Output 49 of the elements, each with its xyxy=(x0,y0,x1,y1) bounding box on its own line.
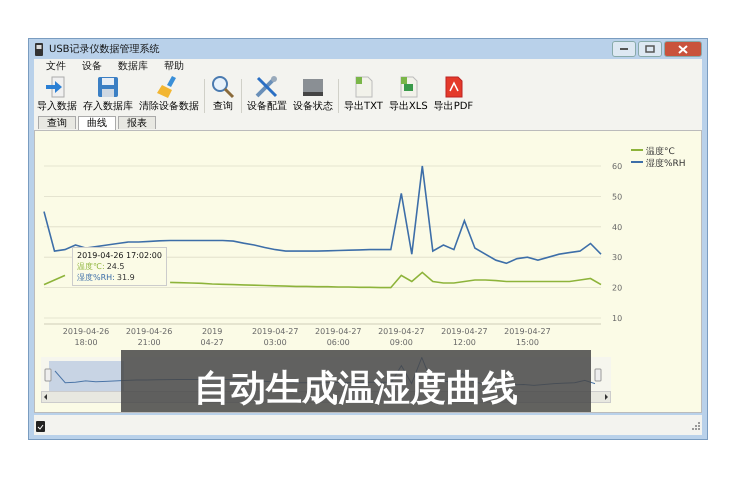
toolbar-button[interactable]: 查询 xyxy=(207,75,239,113)
axis-tick-label: 2019-04-27 15:00 xyxy=(504,327,551,347)
window-title: USB记录仪数据管理系统 xyxy=(49,42,160,56)
toolbar-button[interactable]: 设备配置 xyxy=(244,75,290,113)
toolbar-button[interactable]: 存入数据库 xyxy=(80,75,136,113)
toolbar-button[interactable]: 导出XLS xyxy=(386,75,431,113)
axis-tick-label: 10 xyxy=(612,314,622,323)
axis-tick-label: 60 xyxy=(612,162,622,171)
toolbar-button[interactable]: 导入数据 xyxy=(34,75,80,113)
toolbar-button[interactable]: 导出PDF xyxy=(430,75,476,113)
caption-toast: 自动生成温湿度曲线 xyxy=(121,350,591,412)
axis-tick-label: 2019 04-27 xyxy=(200,327,224,347)
toolbar-button[interactable]: 清除设备数据 xyxy=(136,75,202,113)
legend-label: 湿度%RH xyxy=(646,159,686,169)
tab[interactable]: 报表 xyxy=(118,116,156,129)
axis-tick-label: 40 xyxy=(612,222,622,232)
scroll-left-icon[interactable] xyxy=(42,393,50,401)
tab[interactable]: 曲线 xyxy=(78,116,116,130)
menu-item[interactable]: 设备 xyxy=(74,59,110,73)
axis-tick-label: 2019-04-27 09:00 xyxy=(378,327,425,347)
toolbar-button[interactable]: 导出TXT xyxy=(341,75,386,113)
axis-tick-label: 2019-04-26 21:00 xyxy=(126,327,172,347)
axis-tick-label: 2019-04-26 18:00 xyxy=(62,327,110,347)
toolbar-button[interactable]: 设备状态 xyxy=(290,75,336,113)
legend-label: 温度°C xyxy=(646,147,675,157)
axis-tick-label: 50 xyxy=(612,192,622,202)
axis-tick-label: 2019-04-27 03:00 xyxy=(252,327,298,347)
close-button[interactable] xyxy=(664,41,702,57)
maximize-button[interactable] xyxy=(638,41,662,57)
menu-item[interactable]: 文件 xyxy=(38,59,74,73)
tooltip-time: 2019-04-26 17:02:00 xyxy=(77,250,162,261)
menu-item[interactable]: 帮助 xyxy=(156,59,192,73)
tooltip-value: 31.9 xyxy=(116,272,135,283)
tooltip-label: 湿度%RH: xyxy=(77,272,115,283)
axis-tick-label: 2019-04-27 06:00 xyxy=(315,327,362,347)
maximize-icon xyxy=(645,45,655,53)
axis-tick-label: 2019-04-27 12:00 xyxy=(441,327,488,347)
resize-grip-icon[interactable] xyxy=(692,422,700,430)
menu-item[interactable]: 数据库 xyxy=(110,59,156,73)
minimize-icon xyxy=(619,47,629,51)
axis-tick-label: 20 xyxy=(612,284,622,293)
close-icon xyxy=(678,44,688,54)
tab[interactable]: 查询 xyxy=(38,116,76,129)
tooltip-value: 24.5 xyxy=(106,261,124,272)
axis-tick-label: 30 xyxy=(612,253,622,262)
scroll-right-icon[interactable] xyxy=(602,393,610,401)
tools-icon xyxy=(254,75,280,99)
tooltip-label: 温度℃: xyxy=(77,261,105,272)
minimize-button[interactable] xyxy=(612,41,636,57)
